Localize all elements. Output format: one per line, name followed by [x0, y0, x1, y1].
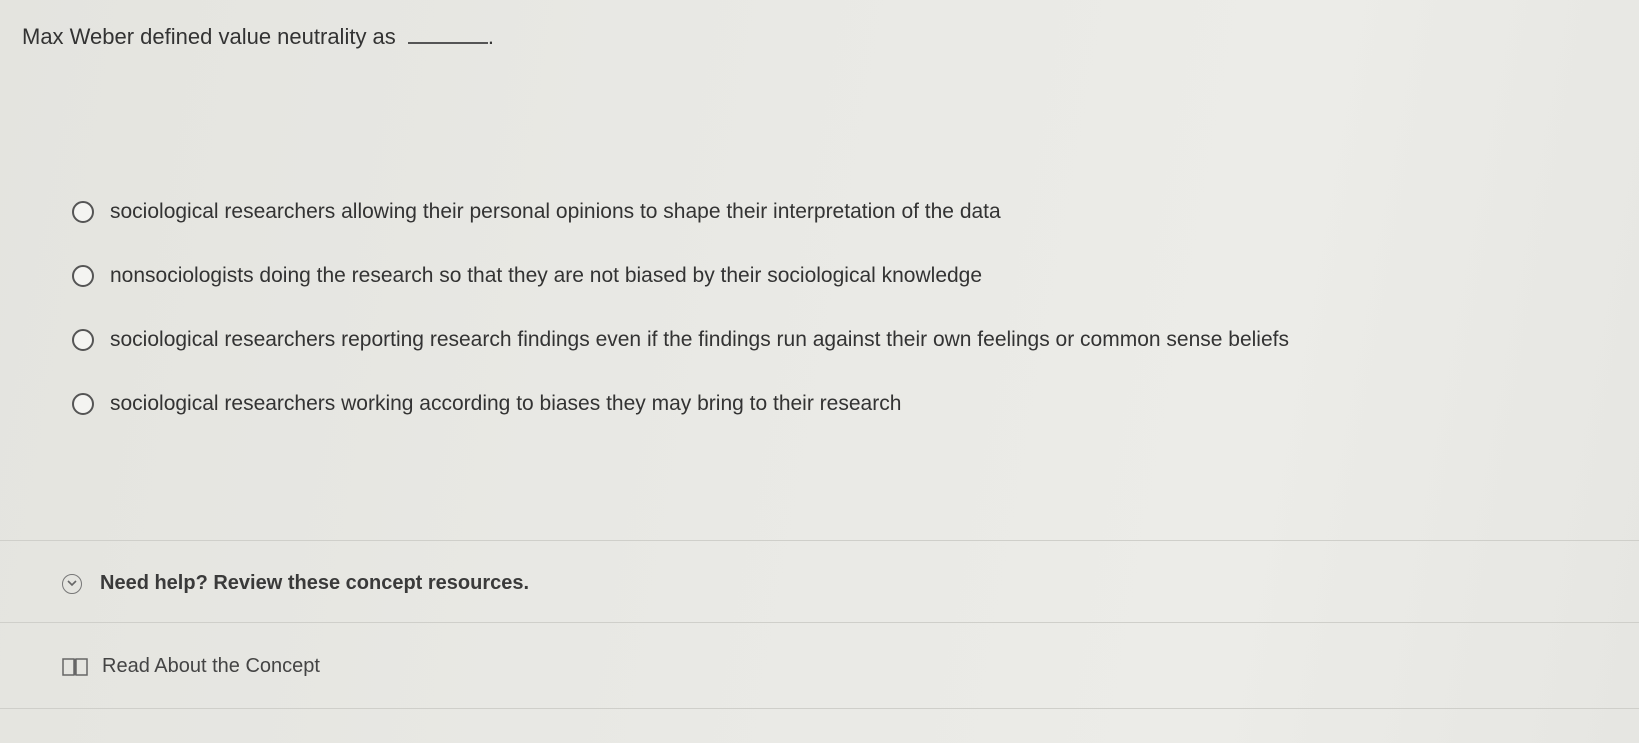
chevron-down-circle-icon[interactable]: [62, 573, 82, 594]
divider: [0, 540, 1639, 541]
option-label: sociological researchers reporting resea…: [110, 328, 1289, 351]
question-prompt: Max Weber defined value neutrality as .: [22, 22, 494, 50]
radio-button[interactable]: [72, 265, 94, 287]
option-label: nonsociologists doing the research so th…: [110, 264, 983, 287]
question-text: Max Weber defined value neutrality as: [22, 24, 396, 49]
answer-blank: [407, 22, 488, 44]
question-suffix: .: [487, 24, 495, 49]
resource-label: Read About the Concept: [102, 655, 320, 677]
radio-button[interactable]: [72, 201, 94, 223]
answer-option-1[interactable]: sociological researchers allowing their …: [72, 180, 1289, 244]
help-toggle[interactable]: Need help? Review these concept resource…: [62, 572, 529, 595]
option-label: sociological researchers allowing their …: [110, 200, 1001, 223]
resource-link-read-concept[interactable]: Read About the Concept: [62, 655, 320, 678]
radio-button[interactable]: [72, 329, 94, 351]
divider: [0, 708, 1639, 709]
divider: [0, 622, 1639, 623]
option-label: sociological researchers working accordi…: [110, 392, 902, 415]
answer-option-2[interactable]: nonsociologists doing the research so th…: [72, 244, 1289, 308]
answer-option-4[interactable]: sociological researchers working accordi…: [72, 372, 1289, 436]
help-label: Need help? Review these concept resource…: [100, 572, 530, 594]
book-icon: [62, 657, 88, 677]
answer-options: sociological researchers allowing their …: [72, 180, 1289, 436]
answer-option-3[interactable]: sociological researchers reporting resea…: [72, 308, 1289, 372]
radio-button[interactable]: [72, 393, 94, 415]
